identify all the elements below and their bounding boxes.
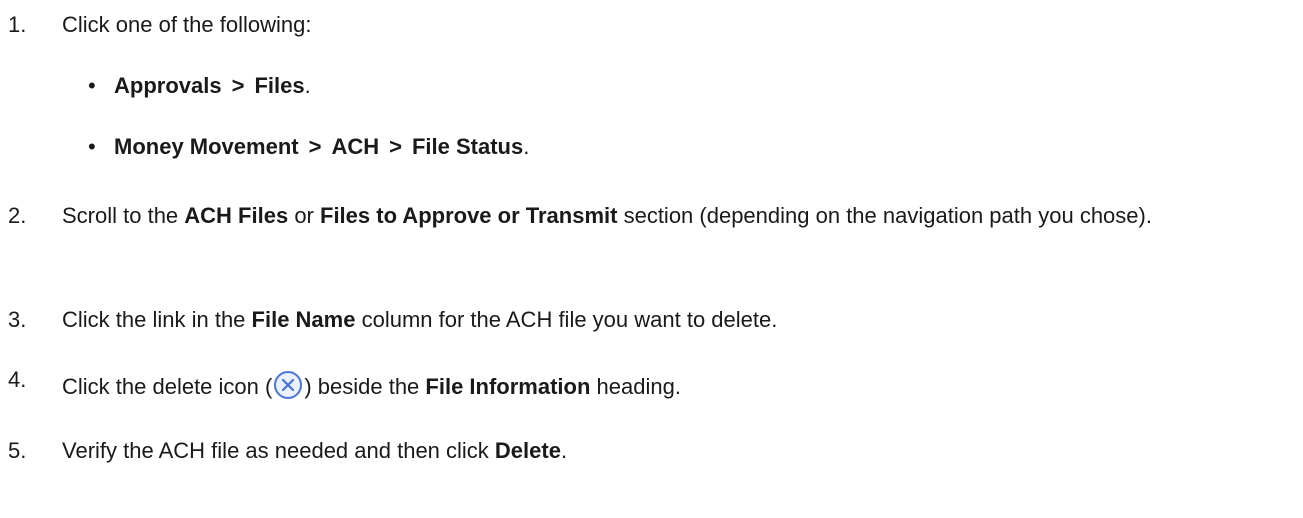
nav-separator: > [308,134,322,159]
step-number: 5. [8,438,27,463]
text-run: section (depending on the navigation pat… [617,203,1152,228]
text-run: or [288,203,320,228]
text-bold: File Name [251,307,356,332]
nav-path-end: . [304,73,311,98]
nav-path-part: File Status [411,134,524,159]
step-text: Click the link in the File Name column f… [62,303,777,337]
text-run: Click the delete icon ( [62,374,273,399]
step-text: Verify the ACH file as needed and then c… [62,434,567,468]
text-bold: Files to Approve or Transmit [320,203,618,228]
nav-separator: > [389,134,402,159]
nav-path-part: Files [254,73,305,98]
bullet-glyph: • [88,134,96,159]
nav-path-part: Money Movement [114,134,299,159]
step-text: Click the delete icon ( ) beside the File… [62,370,681,404]
nav-separator: > [231,73,245,98]
step-number: 1. [8,12,27,37]
text-bold: File Information [425,374,591,399]
text-bold: ACH Files [184,203,289,228]
step-text: Click one of the following: [62,12,312,37]
text-run: Verify the ACH file as needed and then c… [62,438,495,463]
step-number: 3. [8,307,27,332]
close-circle-icon [273,370,303,400]
nav-path-part: ACH [331,134,380,159]
text-run: column for the ACH file you want to dele… [355,307,778,332]
text-run: ) beside the [304,374,426,399]
text-run: . [560,438,568,463]
bullet-glyph: • [88,73,96,98]
nav-path-end: . [523,134,530,159]
text-run: heading. [590,374,681,399]
step-number: 2. [8,203,27,228]
text-bold: Delete [494,438,561,463]
nav-path: Money Movement > ACH > File Status. [114,130,529,164]
step-number: 4. [8,367,27,392]
nav-path: Approvals > Files. [114,69,311,103]
text-run: Click the link in the [62,307,252,332]
nav-path-part: Approvals [114,73,222,98]
step-text: Scroll to the ACH Files or Files to Appr… [62,199,1297,233]
text-run: Scroll to the [62,203,185,228]
